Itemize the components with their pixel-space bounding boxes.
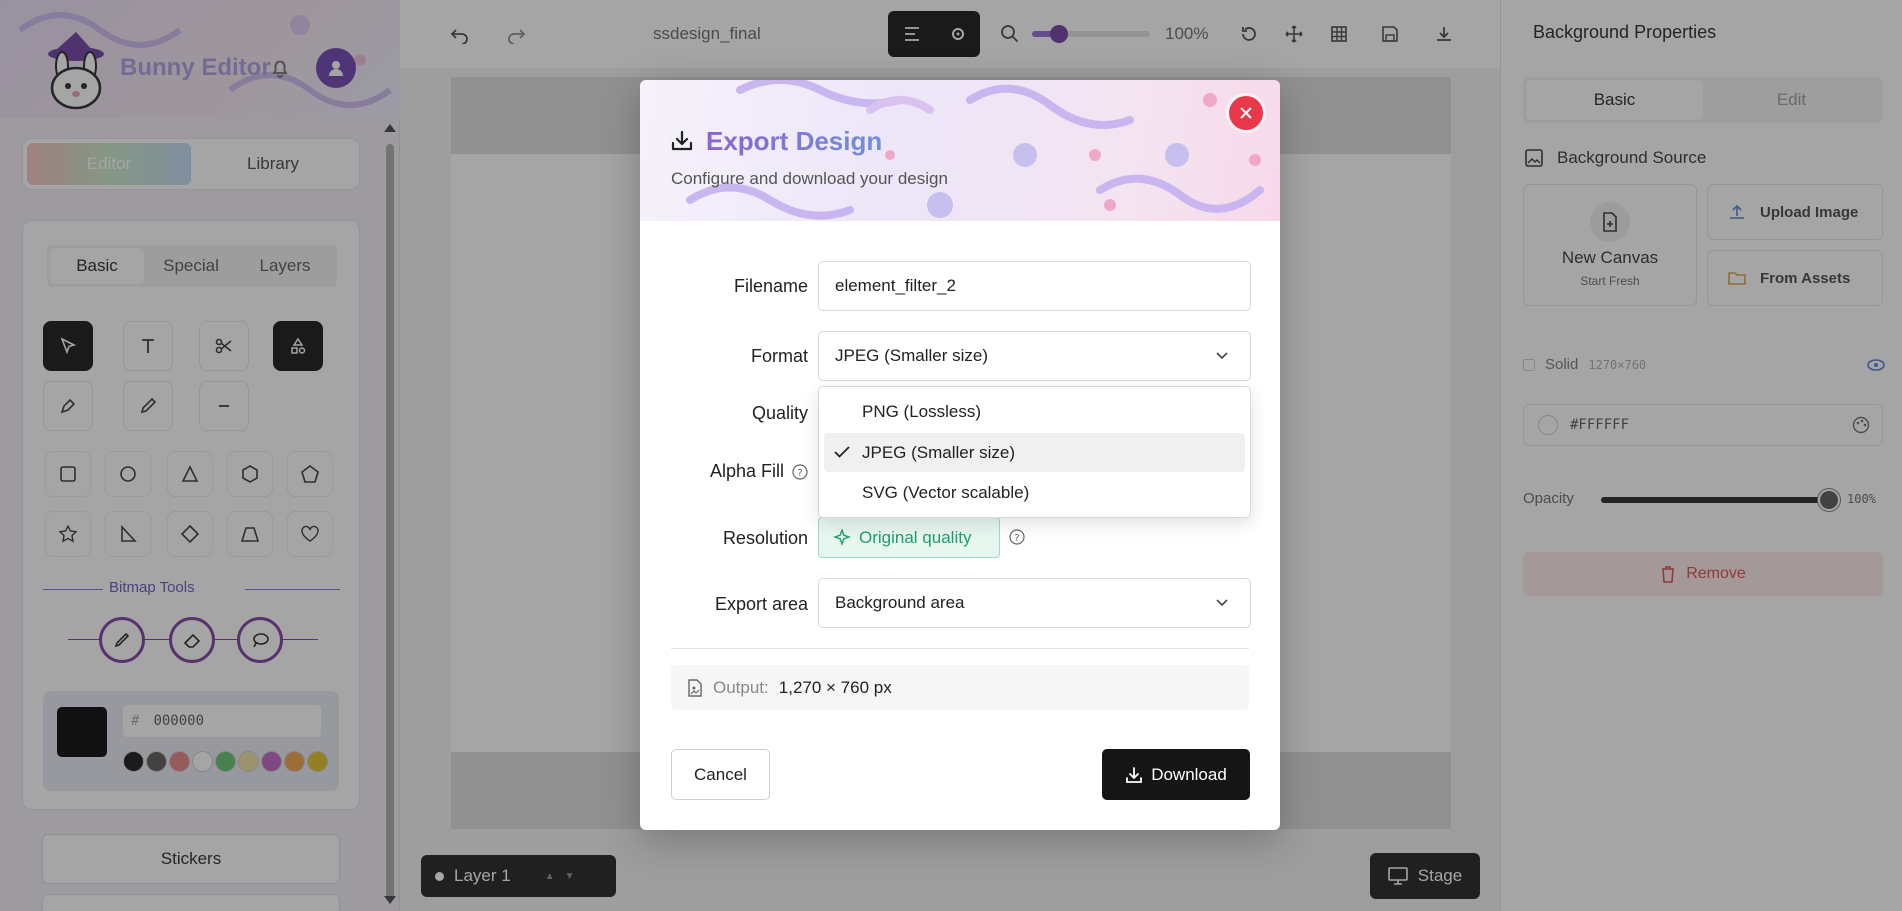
download-label: Download bbox=[1151, 764, 1227, 784]
dialog-title: Export Design bbox=[706, 126, 883, 156]
filename-value: element_filter_2 bbox=[835, 276, 956, 295]
check-icon bbox=[834, 446, 850, 458]
filename-label: Filename bbox=[733, 276, 808, 296]
svg-text:?: ? bbox=[1014, 533, 1019, 544]
option-label: SVG (Vector scalable) bbox=[862, 482, 1030, 502]
export-area-select[interactable]: Background area bbox=[818, 578, 1251, 628]
option-label: JPEG (Smaller size) bbox=[862, 442, 1016, 462]
chevron-down-icon bbox=[1216, 599, 1228, 607]
format-value: JPEG (Smaller size) bbox=[835, 346, 989, 365]
format-select[interactable]: JPEG (Smaller size) bbox=[818, 331, 1251, 381]
option-label: PNG (Lossless) bbox=[862, 401, 982, 421]
sparkle-icon bbox=[833, 528, 851, 546]
resolution-value: Original quality bbox=[859, 527, 972, 547]
close-button[interactable] bbox=[1229, 96, 1263, 130]
alpha-fill-row: Alpha Fill ? bbox=[668, 461, 808, 482]
download-button[interactable]: Download bbox=[1102, 749, 1250, 800]
export-area-value: Background area bbox=[835, 593, 965, 612]
resolution-badge[interactable]: Original quality bbox=[818, 517, 1000, 558]
dialog-divider bbox=[671, 648, 1249, 649]
format-option-jpeg[interactable]: JPEG (Smaller size) bbox=[824, 433, 1245, 472]
format-dropdown-menu: PNG (Lossless) JPEG (Smaller size) SVG (… bbox=[818, 386, 1251, 518]
svg-text:?: ? bbox=[797, 468, 802, 479]
format-label: Format bbox=[750, 346, 808, 366]
resolution-label: Resolution bbox=[722, 528, 808, 548]
cancel-button[interactable]: Cancel bbox=[671, 749, 770, 800]
dialog-header: Export Design Configure and download you… bbox=[640, 80, 1280, 221]
output-summary: Output: 1,270 × 760 px bbox=[671, 665, 1249, 710]
file-image-icon bbox=[688, 678, 702, 697]
chevron-down-icon bbox=[1216, 352, 1228, 360]
format-option-png[interactable]: PNG (Lossless) bbox=[824, 392, 1245, 431]
export-area-label: Export area bbox=[714, 594, 808, 614]
alpha-fill-label: Alpha Fill bbox=[709, 461, 784, 481]
dialog-subtitle: Configure and download your design bbox=[671, 169, 948, 188]
export-icon bbox=[670, 129, 694, 153]
resolution-help-icon[interactable]: ? bbox=[1009, 529, 1025, 545]
quality-label: Quality bbox=[751, 403, 808, 423]
download-icon bbox=[1126, 766, 1143, 783]
output-value: 1,270 × 760 px bbox=[778, 677, 892, 697]
close-icon bbox=[1240, 107, 1252, 119]
filename-input[interactable]: element_filter_2 bbox=[818, 261, 1251, 311]
help-icon[interactable]: ? bbox=[792, 463, 808, 480]
output-label: Output: bbox=[713, 677, 769, 697]
format-option-svg[interactable]: SVG (Vector scalable) bbox=[824, 473, 1245, 512]
